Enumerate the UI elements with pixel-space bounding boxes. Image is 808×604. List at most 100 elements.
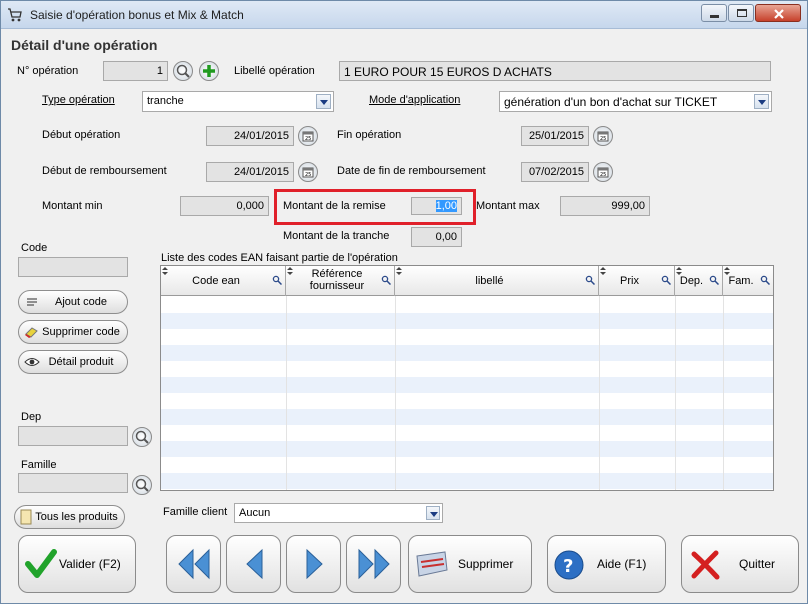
table-row[interactable] <box>161 393 773 409</box>
search-famille-button[interactable] <box>132 475 152 495</box>
plus-icon <box>203 65 215 77</box>
maximize-button[interactable] <box>728 4 754 22</box>
sort-icon <box>287 267 293 275</box>
column-dep[interactable]: Dep. <box>675 266 723 296</box>
montant-max-field[interactable]: 999,00 <box>560 196 650 216</box>
table-row[interactable] <box>161 441 773 457</box>
chevron-down-icon <box>316 94 331 109</box>
table-row[interactable] <box>161 377 773 393</box>
dep-field[interactable] <box>18 426 128 446</box>
debut-remboursement-field[interactable]: 24/01/2015 <box>206 162 294 182</box>
calendar-debut-operation-button[interactable]: 25 <box>298 126 318 146</box>
table-row[interactable] <box>161 345 773 361</box>
sort-icon <box>600 267 606 275</box>
table-row[interactable] <box>161 313 773 329</box>
montant-max-label: Montant max <box>476 200 540 212</box>
search-operation-button[interactable] <box>173 61 193 81</box>
detail-produit-label: Détail produit <box>48 356 114 368</box>
next-record-button[interactable] <box>286 535 341 593</box>
close-icon <box>774 9 784 19</box>
mode-application-label: Mode d'application <box>369 94 461 106</box>
valider-button[interactable]: Valider (F2) <box>18 535 136 593</box>
column-reference-fournisseur-label: Référence fournisseur <box>309 268 365 292</box>
code-field[interactable] <box>18 257 128 277</box>
calendar-icon: 25 <box>302 131 314 142</box>
mode-application-value: génération d'un bon d'achat sur TICKET <box>504 95 718 109</box>
supprimer-button[interactable]: Supprimer <box>408 535 532 593</box>
sort-icon <box>162 267 168 275</box>
form-content: Détail d'une opération N° opération 1 Li… <box>9 31 799 599</box>
famille-field[interactable] <box>18 473 128 493</box>
table-row[interactable] <box>161 473 773 489</box>
minimize-button[interactable] <box>701 4 727 22</box>
magnifier-icon <box>135 478 149 492</box>
supprimer-code-label: Supprimer code <box>42 326 120 338</box>
montant-remise-field[interactable]: 1,00 <box>411 197 462 215</box>
table-row[interactable] <box>161 425 773 441</box>
calendar-fin-operation-button[interactable]: 25 <box>593 126 613 146</box>
ajout-code-label: Ajout code <box>55 296 107 308</box>
famille-client-select[interactable]: Aucun <box>234 503 443 523</box>
sort-icon <box>724 267 730 275</box>
table-row[interactable] <box>161 297 773 313</box>
fin-operation-field[interactable]: 25/01/2015 <box>521 126 589 146</box>
svg-text:25: 25 <box>600 172 606 178</box>
column-code-ean-label: Code ean <box>192 275 240 287</box>
dep-label: Dep <box>21 411 42 423</box>
close-button[interactable] <box>755 4 801 22</box>
table-row[interactable] <box>161 409 773 425</box>
supprimer-label: Supprimer <box>458 557 514 571</box>
table-row[interactable] <box>161 457 773 473</box>
column-fam-label: Fam. <box>728 275 754 287</box>
title-bar: Saisie d'opération bonus et Mix & Match <box>1 1 807 29</box>
search-dep-button[interactable] <box>132 427 152 447</box>
montant-tranche-field[interactable]: 0,00 <box>411 227 462 247</box>
column-divider <box>395 296 396 490</box>
sort-icon <box>676 267 682 275</box>
previous-record-button[interactable] <box>226 535 281 593</box>
num-operation-field[interactable]: 1 <box>103 61 168 81</box>
quitter-button[interactable]: Quitter <box>681 535 799 593</box>
table-row[interactable] <box>161 329 773 345</box>
first-record-button[interactable] <box>166 535 221 593</box>
section-title: Détail d'une opération <box>11 37 158 53</box>
eye-icon <box>24 358 40 366</box>
aide-button[interactable]: ? Aide (F1) <box>547 535 666 593</box>
column-divider <box>723 296 724 490</box>
montant-min-label: Montant min <box>42 200 103 212</box>
type-operation-select[interactable]: tranche <box>142 91 334 112</box>
detail-produit-button[interactable]: Détail produit <box>18 350 128 374</box>
supprimer-code-button[interactable]: Supprimer code <box>18 320 128 344</box>
help-icon: ? <box>554 550 584 580</box>
add-operation-button[interactable] <box>199 61 219 81</box>
montant-min-field[interactable]: 0,000 <box>180 196 269 216</box>
famille-client-label: Famille client <box>163 506 228 518</box>
calendar-fin-remboursement-button[interactable]: 25 <box>593 162 613 182</box>
ean-grid[interactable]: Code ean Référence fournisseur libellé P… <box>160 265 774 491</box>
libelle-field[interactable]: 1 EURO POUR 15 EUROS D ACHATS <box>339 61 771 81</box>
fin-remboursement-field[interactable]: 07/02/2015 <box>521 162 589 182</box>
montant-tranche-label: Montant de la tranche <box>283 230 390 242</box>
num-operation-label: N° opération <box>17 65 79 77</box>
window-title: Saisie d'opération bonus et Mix & Match <box>30 8 244 22</box>
column-code-ean[interactable]: Code ean <box>161 266 286 296</box>
search-icon <box>760 275 770 285</box>
mode-application-select[interactable]: génération d'un bon d'achat sur TICKET <box>499 91 772 112</box>
calendar-icon: 25 <box>597 167 609 178</box>
quitter-label: Quitter <box>739 557 776 571</box>
calendar-debut-remboursement-button[interactable]: 25 <box>298 162 318 182</box>
column-prix-label: Prix <box>620 275 639 287</box>
column-libelle[interactable]: libellé <box>395 266 599 296</box>
column-prix[interactable]: Prix <box>599 266 675 296</box>
column-reference-fournisseur[interactable]: Référence fournisseur <box>286 266 395 296</box>
ajout-code-button[interactable]: Ajout code <box>18 290 128 314</box>
column-divider <box>286 296 287 490</box>
debut-operation-field[interactable]: 24/01/2015 <box>206 126 294 146</box>
tous-produits-button[interactable]: Tous les produits <box>14 505 125 529</box>
grid-caption: Liste des codes EAN faisant partie de l'… <box>161 252 398 264</box>
sort-icon <box>396 267 402 275</box>
table-row[interactable] <box>161 361 773 377</box>
column-fam[interactable]: Fam. <box>723 266 773 296</box>
last-record-button[interactable] <box>346 535 401 593</box>
svg-text:?: ? <box>563 556 573 577</box>
